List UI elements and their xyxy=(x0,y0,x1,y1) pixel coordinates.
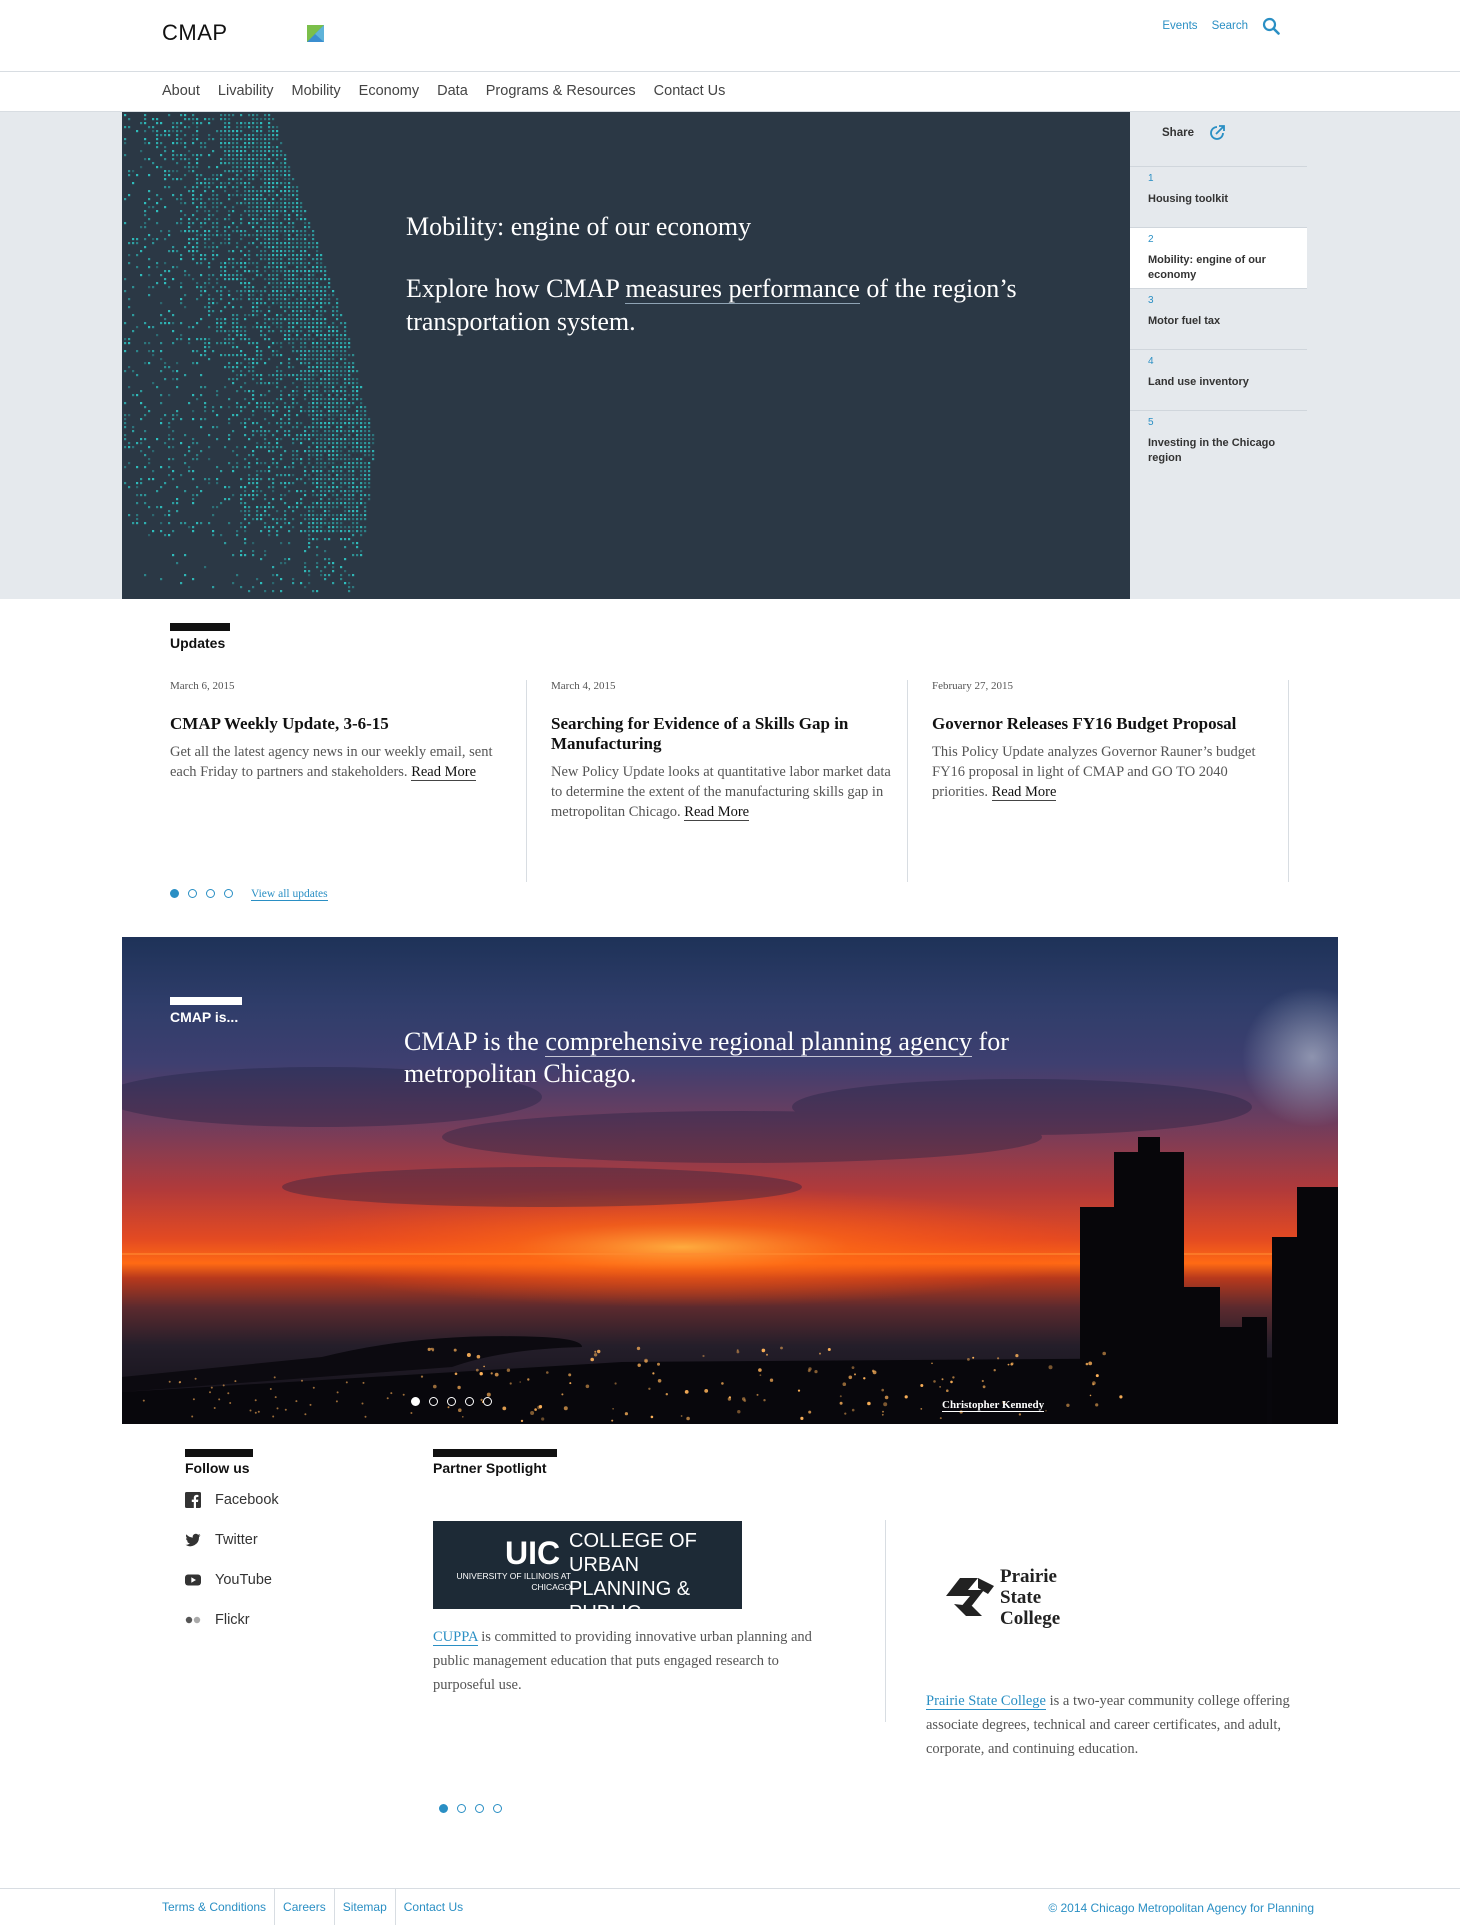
sidebar-item-land-use[interactable]: 4 Land use inventory xyxy=(1130,349,1307,410)
update-body: Get all the latest agency news in our we… xyxy=(170,744,493,781)
search-link[interactable]: Search xyxy=(1212,20,1248,32)
events-link[interactable]: Events xyxy=(1162,20,1197,32)
hero-title: Mobility: engine of our economy xyxy=(406,212,752,241)
pager-dot[interactable] xyxy=(170,889,179,898)
cmap-is-heading: CMAP is... xyxy=(170,1009,239,1025)
footer-terms-link[interactable]: Terms & Conditions xyxy=(162,1889,276,1925)
update-body: New Policy Update looks at quantitative … xyxy=(551,764,891,821)
pager-dot[interactable] xyxy=(457,1804,466,1813)
pager-dot[interactable] xyxy=(447,1397,456,1406)
pager-dot[interactable] xyxy=(411,1397,420,1406)
cmap-is-text: CMAP is the comprehensive regional plann… xyxy=(404,1027,1009,1088)
facebook-link[interactable]: Facebook xyxy=(185,1492,279,1508)
update-date: March 4, 2015 xyxy=(551,680,616,692)
twitter-link[interactable]: Twitter xyxy=(185,1532,258,1548)
cmap-is-bar xyxy=(170,997,242,1005)
nav-economy[interactable]: Economy xyxy=(359,83,419,99)
pager-dot[interactable] xyxy=(493,1804,502,1813)
site-footer: Terms & Conditions Careers Sitemap Conta… xyxy=(0,1888,1460,1926)
hero-text: Explore how CMAP measures performance of… xyxy=(406,274,1017,336)
cuppa-link[interactable]: CUPPA xyxy=(433,1629,478,1646)
prairie-state-link[interactable]: Prairie State College xyxy=(926,1693,1046,1710)
divider xyxy=(907,680,908,882)
photo-credit[interactable]: Christopher Kennedy xyxy=(942,1399,1045,1412)
updates-bar xyxy=(170,623,230,631)
update-card: February 27, 2015 Governor Releases FY16… xyxy=(932,680,1272,802)
divider xyxy=(526,680,527,882)
twitter-icon xyxy=(185,1533,201,1547)
cmap-is-slide[interactable]: CMAP is... CMAP is the comprehensive reg… xyxy=(122,937,1338,1424)
partner-bar xyxy=(433,1449,557,1457)
youtube-link[interactable]: YouTube xyxy=(185,1572,272,1588)
footer-sitemap-link[interactable]: Sitemap xyxy=(335,1889,396,1925)
pager-dot[interactable] xyxy=(439,1804,448,1813)
read-more-link[interactable]: Read More xyxy=(991,784,1057,801)
sidebar-item-investing[interactable]: 5 Investing in the Chicago region xyxy=(1130,410,1307,480)
partner-pager xyxy=(439,1804,502,1813)
uic-cuppa-logo[interactable]: UIC UNIVERSITY OF ILLINOIS AT CHICAGO CO… xyxy=(433,1521,742,1648)
view-all-updates-link[interactable]: View all updates xyxy=(251,888,328,901)
follow-bar xyxy=(185,1449,253,1457)
search-icon[interactable] xyxy=(1262,17,1280,35)
update-title[interactable]: Governor Releases FY16 Budget Proposal xyxy=(932,714,1272,734)
site-header: CMAP Events Search xyxy=(0,0,1460,72)
read-more-link[interactable]: Read More xyxy=(684,804,750,821)
pager-dot[interactable] xyxy=(465,1397,474,1406)
pager-dot[interactable] xyxy=(429,1397,438,1406)
updates-heading: Updates xyxy=(170,635,226,651)
pager-dot[interactable] xyxy=(206,889,215,898)
hero-slide[interactable]: Mobility: engine of our economy Explore … xyxy=(122,112,1130,599)
facebook-icon xyxy=(185,1492,201,1508)
pager-dot[interactable] xyxy=(475,1804,484,1813)
update-date: February 27, 2015 xyxy=(932,680,1013,692)
nav-programs-resources[interactable]: Programs & Resources xyxy=(486,83,636,99)
psc-description: Prairie State College is a two-year comm… xyxy=(926,1693,1290,1757)
partner-heading: Partner Spotlight xyxy=(433,1460,547,1476)
pager-dot[interactable] xyxy=(188,889,197,898)
update-card: March 4, 2015 Searching for Evidence of … xyxy=(551,680,891,822)
nav-livability[interactable]: Livability xyxy=(218,83,274,99)
cuppa-description: CUPPA is committed to providing innovati… xyxy=(433,1629,812,1693)
main-nav: About Livability Mobility Economy Data P… xyxy=(0,72,1460,112)
footer-careers-link[interactable]: Careers xyxy=(275,1889,335,1925)
share-button[interactable]: Share xyxy=(1162,124,1226,142)
nav-data[interactable]: Data xyxy=(437,83,468,99)
updates-pager xyxy=(170,889,233,898)
follow-heading: Follow us xyxy=(185,1460,250,1476)
sidebar-item-housing-toolkit[interactable]: 1 Housing toolkit xyxy=(1130,166,1307,227)
divider xyxy=(1288,680,1289,882)
update-body: This Policy Update analyzes Governor Rau… xyxy=(932,744,1256,801)
divider xyxy=(885,1520,886,1722)
sidebar-item-motor-fuel-tax[interactable]: 3 Motor fuel tax xyxy=(1130,288,1307,349)
comprehensive-agency-link[interactable]: comprehensive regional planning agency xyxy=(545,1027,973,1057)
nav-about[interactable]: About xyxy=(162,83,200,99)
update-title[interactable]: Searching for Evidence of a Skills Gap i… xyxy=(551,714,891,754)
pager-dot[interactable] xyxy=(224,889,233,898)
hero-sidebar: Share 1 Housing toolkit 2 Mobility: engi… xyxy=(1130,112,1307,599)
update-title[interactable]: CMAP Weekly Update, 3-6-15 xyxy=(170,714,510,734)
share-icon xyxy=(1210,125,1225,140)
copyright: © 2014 Chicago Metropolitan Agency for P… xyxy=(1048,1901,1314,1915)
hero-link[interactable]: measures performance xyxy=(625,274,860,304)
psc-logo-text: Prairie State College xyxy=(1000,1566,1061,1629)
cmap-logo-mark-icon[interactable] xyxy=(307,25,324,42)
site-logo[interactable]: CMAP xyxy=(162,20,228,46)
flickr-link[interactable]: Flickr xyxy=(185,1612,250,1628)
read-more-link[interactable]: Read More xyxy=(411,764,477,781)
pager-dot[interactable] xyxy=(483,1397,492,1406)
youtube-icon xyxy=(185,1574,201,1586)
nav-mobility[interactable]: Mobility xyxy=(292,83,341,99)
flickr-icon xyxy=(185,1616,201,1624)
update-date: March 6, 2015 xyxy=(170,680,235,692)
nav-contact-us[interactable]: Contact Us xyxy=(654,83,726,99)
footer-contact-link[interactable]: Contact Us xyxy=(396,1889,471,1925)
update-card: March 6, 2015 CMAP Weekly Update, 3-6-15… xyxy=(170,680,510,782)
sidebar-item-mobility[interactable]: 2 Mobility: engine of our economy xyxy=(1130,227,1307,288)
chicago-map-graphic xyxy=(124,114,375,593)
utility-links: Events Search xyxy=(1162,17,1280,35)
slide-pager xyxy=(411,1397,492,1406)
sunset-photo xyxy=(122,987,1338,1424)
